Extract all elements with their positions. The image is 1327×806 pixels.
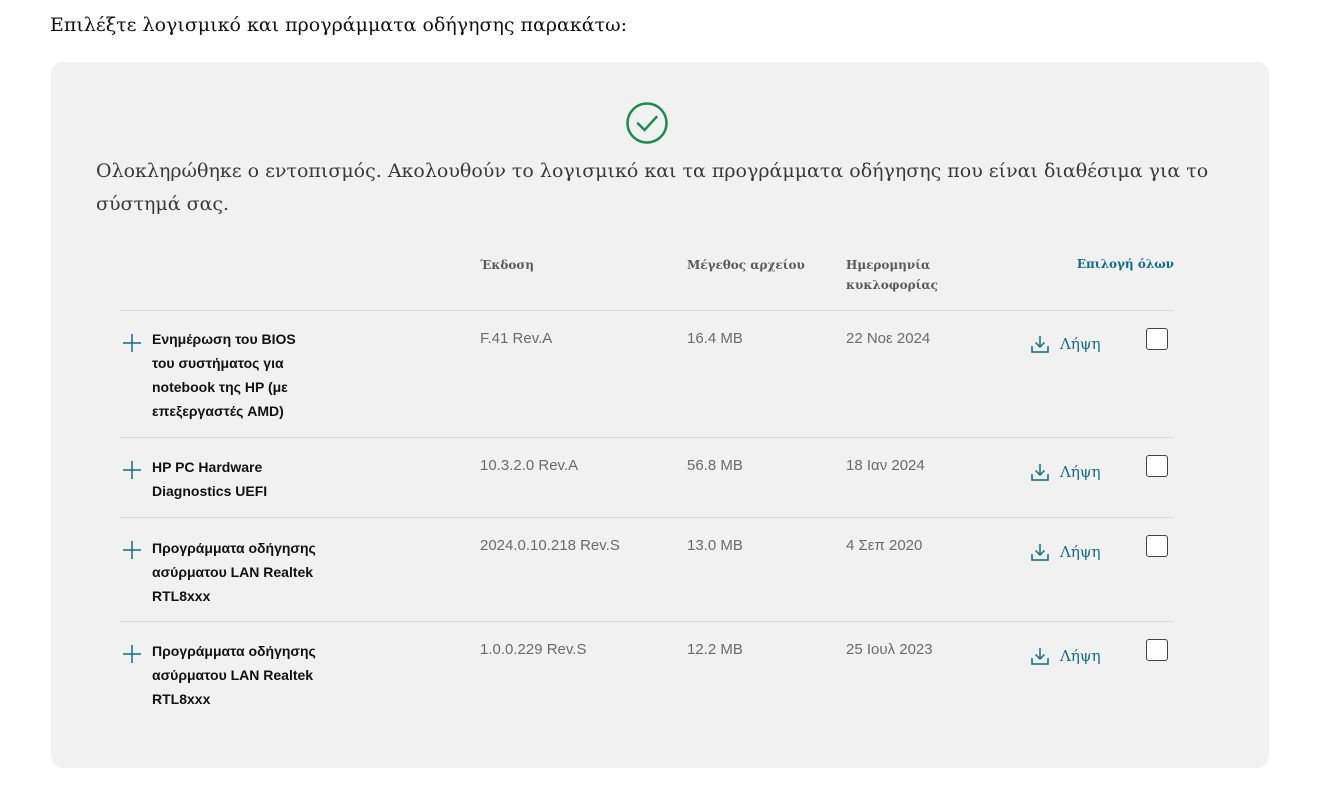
download-label: Λήψη — [1060, 335, 1101, 353]
check-circle-icon — [626, 102, 668, 144]
driver-file-size: 16.4 MB — [687, 330, 743, 347]
row-checkbox[interactable] — [1146, 455, 1168, 477]
driver-name: Προγράμματα οδήγησης ασύρματου LAN Realt… — [152, 643, 316, 707]
driver-release-date: 25 Ιουλ 2023 — [846, 641, 933, 658]
driver-name: Προγράμματα οδήγησης ασύρματου LAN Realt… — [152, 540, 316, 604]
row-checkbox[interactable] — [1146, 328, 1168, 350]
table-row: Προγράμματα οδήγησης ασύρματου LAN Realt… — [120, 517, 1174, 622]
driver-version: F.41 Rev.A — [480, 330, 553, 347]
driver-version: 2024.0.10.218 Rev.S — [480, 537, 620, 554]
driver-release-date: 4 Σεπ 2020 — [846, 537, 923, 554]
select-all-link[interactable]: Επιλογή όλων — [1051, 254, 1174, 274]
driver-file-size: 56.8 MB — [687, 457, 743, 474]
plus-icon[interactable] — [122, 460, 142, 480]
driver-name: Ενημέρωση του BIOS του συστήματος για no… — [152, 331, 296, 419]
driver-version: 10.3.2.0 Rev.A — [480, 457, 579, 474]
plus-icon[interactable] — [122, 333, 142, 353]
driver-release-date: 18 Ιαν 2024 — [846, 457, 925, 474]
download-label: Λήψη — [1060, 543, 1101, 561]
download-icon — [1031, 648, 1049, 665]
driver-results-panel: Ολοκληρώθηκε ο εντοπισμός. Ακολουθούν το… — [51, 62, 1269, 768]
plus-icon[interactable] — [122, 540, 142, 560]
driver-version: 1.0.0.229 Rev.S — [480, 641, 587, 658]
download-label: Λήψη — [1060, 647, 1101, 665]
table-row: Ενημέρωση του BIOS του συστήματος για no… — [120, 310, 1174, 438]
row-checkbox[interactable] — [1146, 535, 1168, 557]
status-message: Ολοκληρώθηκε ο εντοπισμός. Ακολουθούν το… — [96, 160, 1209, 215]
download-button[interactable]: Λήψη — [1030, 541, 1101, 563]
driver-name: HP PC Hardware Diagnostics UEFI — [152, 459, 268, 499]
table-row: HP PC Hardware Diagnostics UEFI 10.3.2.0… — [120, 437, 1174, 518]
download-button[interactable]: Λήψη — [1030, 461, 1101, 483]
column-header-release-date: Ημερομηνία κυκλοφορίας — [846, 258, 938, 292]
column-header-file-size: Μέγεθος αρχείου — [687, 258, 805, 272]
row-checkbox[interactable] — [1146, 639, 1168, 661]
download-button[interactable]: Λήψη — [1030, 333, 1101, 355]
download-icon — [1031, 464, 1049, 481]
download-label: Λήψη — [1060, 463, 1101, 481]
plus-icon[interactable] — [122, 644, 142, 664]
page-heading: Επιλέξτε λογισμικό και προγράμματα οδήγη… — [50, 14, 627, 36]
download-icon — [1031, 336, 1049, 353]
download-button[interactable]: Λήψη — [1030, 645, 1101, 667]
column-header-version: Έκδοση — [480, 258, 534, 272]
driver-file-size: 13.0 MB — [687, 537, 743, 554]
driver-file-size: 12.2 MB — [687, 641, 743, 658]
table-row: Προγράμματα οδήγησης ασύρματου LAN Realt… — [120, 621, 1174, 726]
driver-release-date: 22 Νοε 2024 — [846, 330, 931, 347]
download-icon — [1031, 544, 1049, 561]
